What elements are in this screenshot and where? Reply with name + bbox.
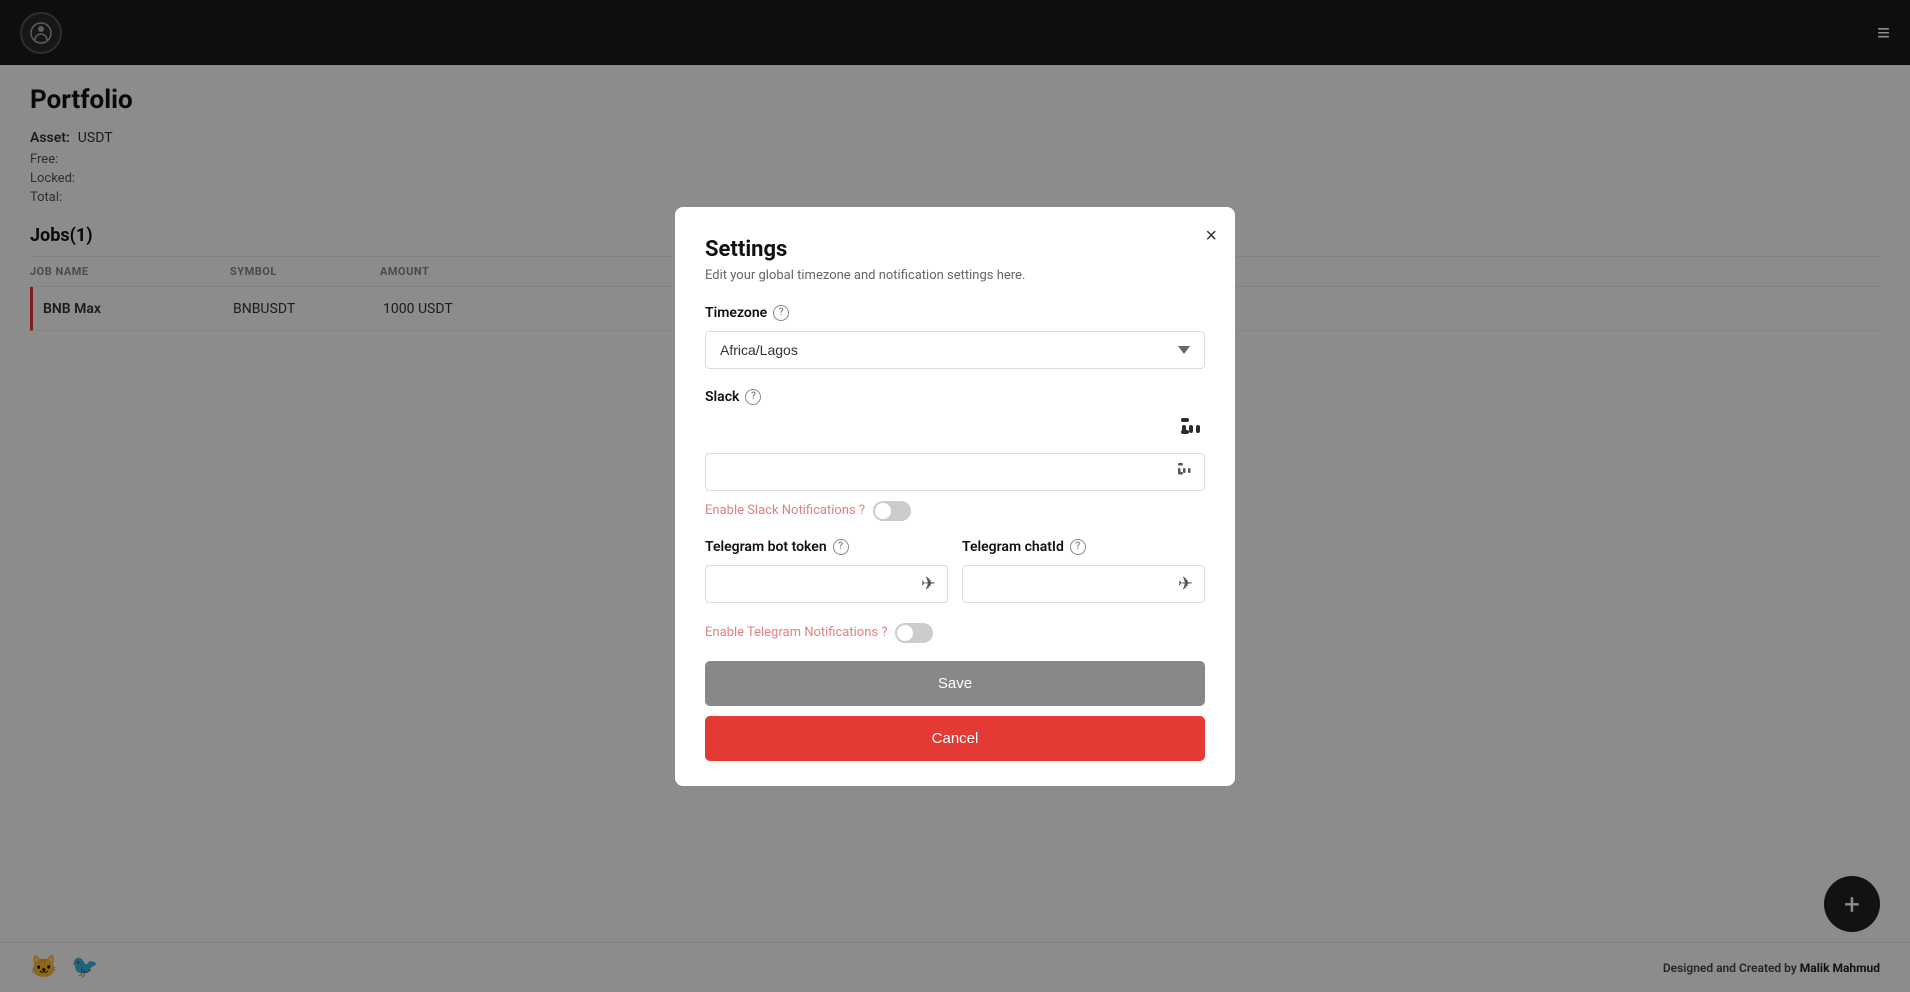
modal-subtitle: Edit your global timezone and notificati… [705,268,1205,283]
telegram-toggle-row: Enable Telegram Notifications ? [705,623,1205,643]
telegram-toggle[interactable] [895,623,933,643]
enable-slack-label: Enable Slack Notifications ? [705,503,865,518]
save-button[interactable]: Save [705,661,1205,706]
modal-title: Settings [705,237,1205,262]
telegram-bot-help-icon[interactable]: ? [833,539,849,555]
slack-help-icon[interactable]: ? [745,389,761,405]
enable-telegram-label: Enable Telegram Notifications ? [705,625,887,640]
slack-toggle-row: Enable Slack Notifications ? [705,501,1205,521]
slack-input-icon [1177,462,1193,482]
timezone-help-icon[interactable]: ? [773,305,789,321]
modal-overlay: × Settings Edit your global timezone and… [0,0,1910,992]
telegram-bot-icon: ✈ [921,573,936,594]
slack-section-label: Slack ? [705,389,1205,405]
telegram-chat-col: Telegram chatId ? ✈ [962,539,1205,613]
telegram-chat-input[interactable] [962,565,1205,603]
telegram-chat-help-icon[interactable]: ? [1070,539,1086,555]
modal-close-button[interactable]: × [1205,225,1217,248]
timezone-label: Timezone [705,305,767,321]
timezone-section-label: Timezone ? [705,305,1205,321]
slack-token-input[interactable] [705,453,1205,491]
telegram-inputs: Telegram bot token ? ✈ Telegram chatId ? [705,539,1205,613]
telegram-section: Telegram bot token ? ✈ Telegram chatId ? [705,539,1205,643]
telegram-chat-label-text: Telegram chatId [962,539,1064,555]
cancel-button[interactable]: Cancel [705,716,1205,761]
telegram-bot-label: Telegram bot token ? [705,539,948,555]
telegram-bot-label-text: Telegram bot token [705,539,827,555]
timezone-select[interactable]: Africa/Lagos UTC America/New_York Europe… [705,331,1205,369]
telegram-bot-input-wrapper: ✈ [705,565,948,603]
slack-label: Slack [705,389,739,405]
slack-brand-icon [1179,415,1205,447]
slack-input-wrapper [705,453,1205,491]
slack-icon-row [705,415,1205,447]
telegram-chat-label: Telegram chatId ? [962,539,1205,555]
telegram-bot-col: Telegram bot token ? ✈ [705,539,948,613]
slack-toggle[interactable] [873,501,911,521]
slack-section: Slack ? [705,389,1205,521]
telegram-chat-input-wrapper: ✈ [962,565,1205,603]
telegram-bot-input[interactable] [705,565,948,603]
settings-modal: × Settings Edit your global timezone and… [675,207,1235,786]
telegram-chat-icon: ✈ [1178,573,1193,594]
